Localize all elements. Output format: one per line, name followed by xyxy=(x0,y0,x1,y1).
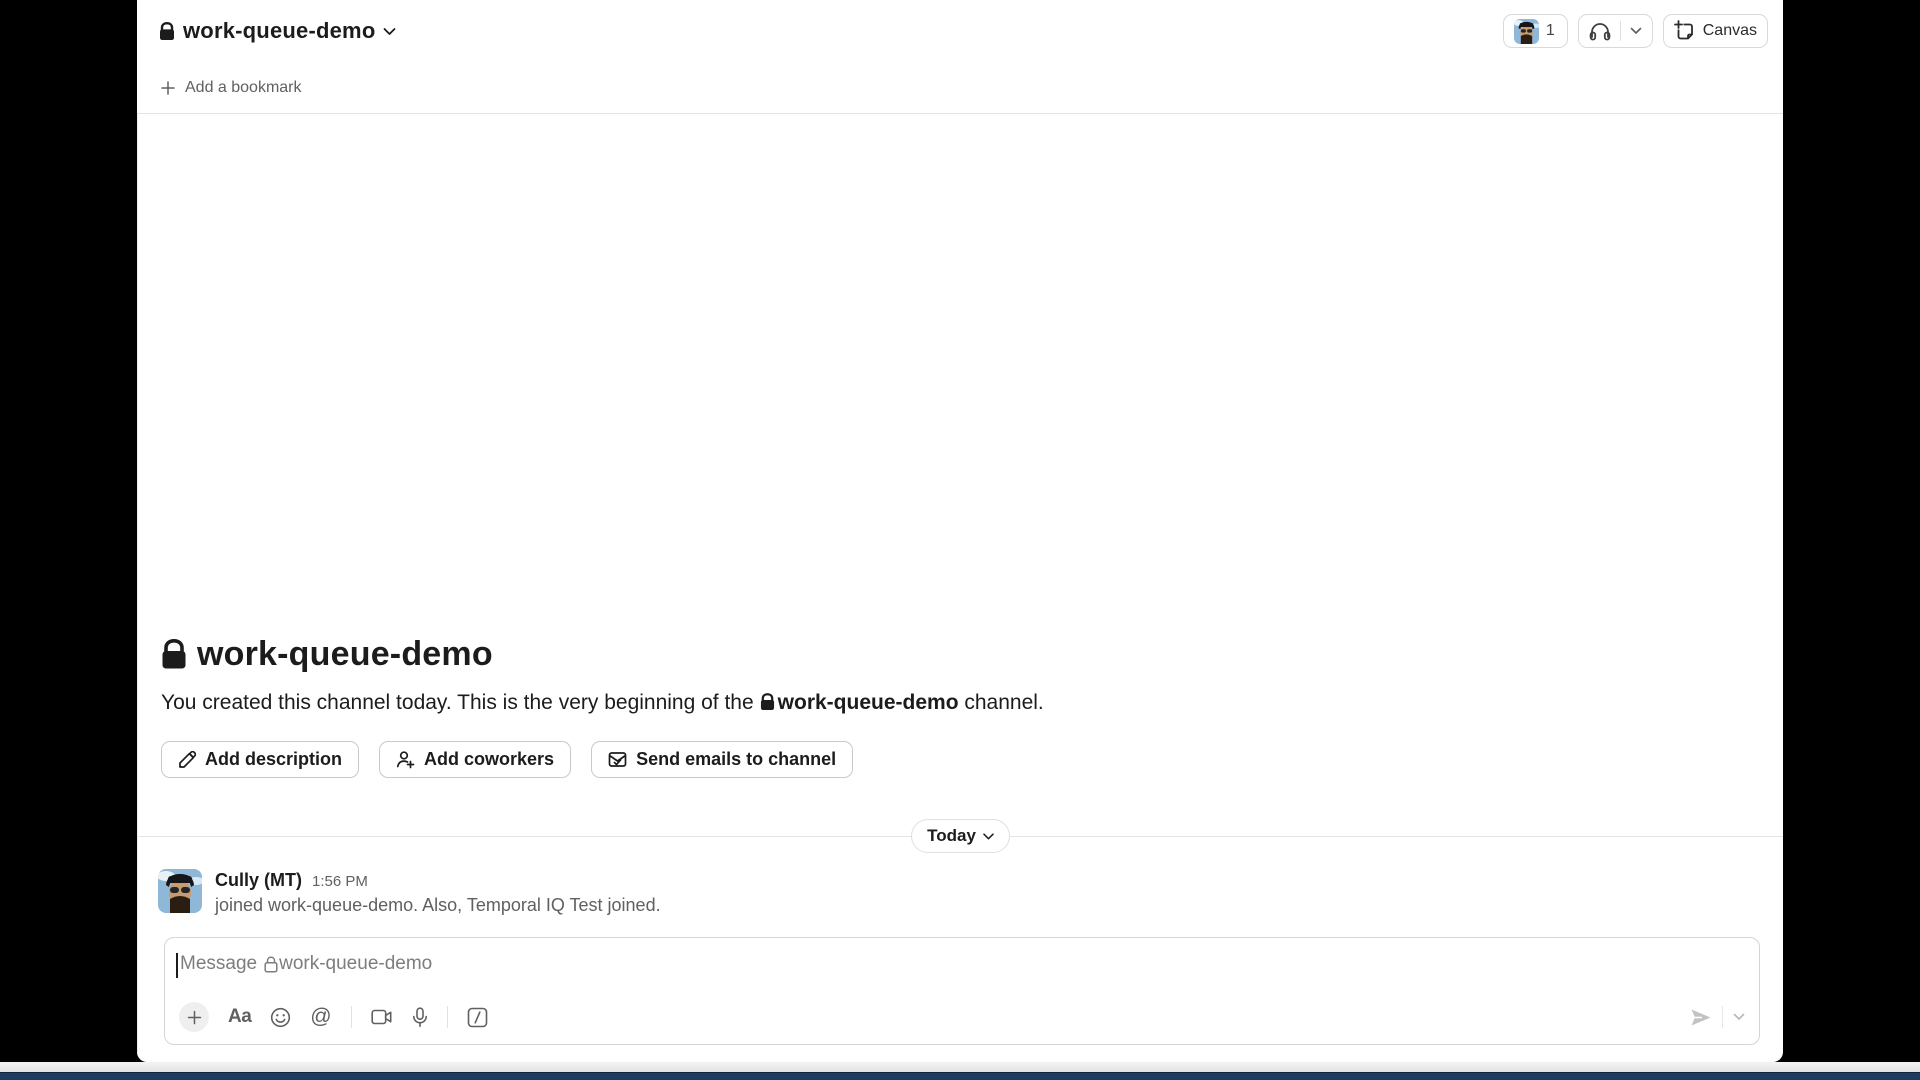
lock-icon xyxy=(161,639,187,670)
plus-icon xyxy=(161,81,175,95)
channel-title-button[interactable]: work-queue-demo xyxy=(159,18,396,44)
chevron-down-icon xyxy=(383,27,396,36)
huddle-divider xyxy=(1620,21,1621,41)
composer-placeholder: Messagework-queue-demo xyxy=(180,953,432,975)
headphones-icon xyxy=(1589,21,1611,41)
channel-intro-name: work-queue-demo xyxy=(197,635,493,674)
message-timestamp[interactable]: 1:56 PM xyxy=(312,873,368,890)
date-pill-button[interactable]: Today xyxy=(911,819,1010,853)
date-divider: Today xyxy=(138,819,1783,853)
channel-intro-title: work-queue-demo xyxy=(161,635,1783,674)
formatting-button[interactable]: Aa xyxy=(228,1006,251,1028)
member-count: 1 xyxy=(1546,22,1557,40)
channel-intro-description: You created this channel today. This is … xyxy=(161,689,1783,718)
add-description-button[interactable]: Add description xyxy=(161,741,359,778)
mic-button[interactable] xyxy=(412,1007,428,1028)
message-body: Cully (MT) 1:56 PM joined work-queue-dem… xyxy=(215,869,661,916)
shortcuts-button[interactable] xyxy=(467,1007,488,1028)
person-add-icon xyxy=(396,750,415,769)
channel-intro: work-queue-demo You created this channel… xyxy=(138,635,1783,778)
huddle-chevron-icon[interactable] xyxy=(1630,27,1642,35)
lock-icon xyxy=(159,22,175,41)
composer-toolbar: Aa @ xyxy=(165,1002,1759,1044)
huddle-button[interactable] xyxy=(1578,14,1653,48)
member-avatar xyxy=(1514,19,1539,44)
canvas-label: Canvas xyxy=(1703,22,1757,40)
add-bookmark-label: Add a bookmark xyxy=(185,79,302,97)
canvas-icon xyxy=(1674,20,1696,42)
composer-input[interactable]: Messagework-queue-demo xyxy=(165,938,1759,1002)
send-divider xyxy=(1722,1006,1723,1028)
date-label: Today xyxy=(927,826,976,846)
text-caret xyxy=(176,953,178,978)
slack-channel-window: work-queue-demo 1 xyxy=(137,0,1783,1062)
chevron-down-icon xyxy=(983,833,994,840)
send-button[interactable] xyxy=(1690,1008,1712,1027)
message-row: Cully (MT) 1:56 PM joined work-queue-dem… xyxy=(158,869,1763,916)
emoji-button[interactable] xyxy=(270,1007,291,1028)
canvas-button[interactable]: Canvas xyxy=(1663,14,1768,48)
composer-send-area xyxy=(1690,1006,1745,1028)
toolbar-divider xyxy=(351,1006,352,1028)
message-author[interactable]: Cully (MT) xyxy=(215,870,302,891)
lock-icon xyxy=(760,691,775,718)
members-button[interactable]: 1 xyxy=(1503,14,1568,48)
message-head: Cully (MT) 1:56 PM xyxy=(215,870,661,891)
header-actions: 1 Canvas xyxy=(1503,14,1768,48)
intro-actions: Add description Add coworkers Send email… xyxy=(161,741,1783,778)
message-composer[interactable]: Messagework-queue-demo Aa @ xyxy=(164,937,1760,1045)
message-pane: work-queue-demo You created this channel… xyxy=(137,114,1783,1062)
send-emails-button[interactable]: Send emails to channel xyxy=(591,741,853,778)
send-options-chevron[interactable] xyxy=(1733,1013,1745,1021)
add-coworkers-button[interactable]: Add coworkers xyxy=(379,741,571,778)
window-edge-strip xyxy=(0,1062,1920,1072)
email-check-icon xyxy=(608,750,627,769)
mention-button[interactable]: @ xyxy=(310,1005,331,1029)
video-button[interactable] xyxy=(371,1008,393,1026)
channel-name-bold: work-queue-demo xyxy=(778,691,959,714)
pencil-icon xyxy=(178,751,196,769)
message-text: joined work-queue-demo. Also, Temporal I… xyxy=(215,895,661,916)
channel-title: work-queue-demo xyxy=(183,18,375,44)
screen: work-queue-demo 1 xyxy=(0,0,1920,1080)
lock-outline-icon xyxy=(264,956,278,973)
add-bookmark-button[interactable]: Add a bookmark xyxy=(137,62,1783,114)
avatar[interactable] xyxy=(158,869,202,913)
channel-header: work-queue-demo 1 xyxy=(137,0,1783,62)
taskbar-sliver xyxy=(0,1072,1920,1080)
attach-plus-button[interactable] xyxy=(179,1002,209,1032)
toolbar-divider xyxy=(447,1006,448,1028)
